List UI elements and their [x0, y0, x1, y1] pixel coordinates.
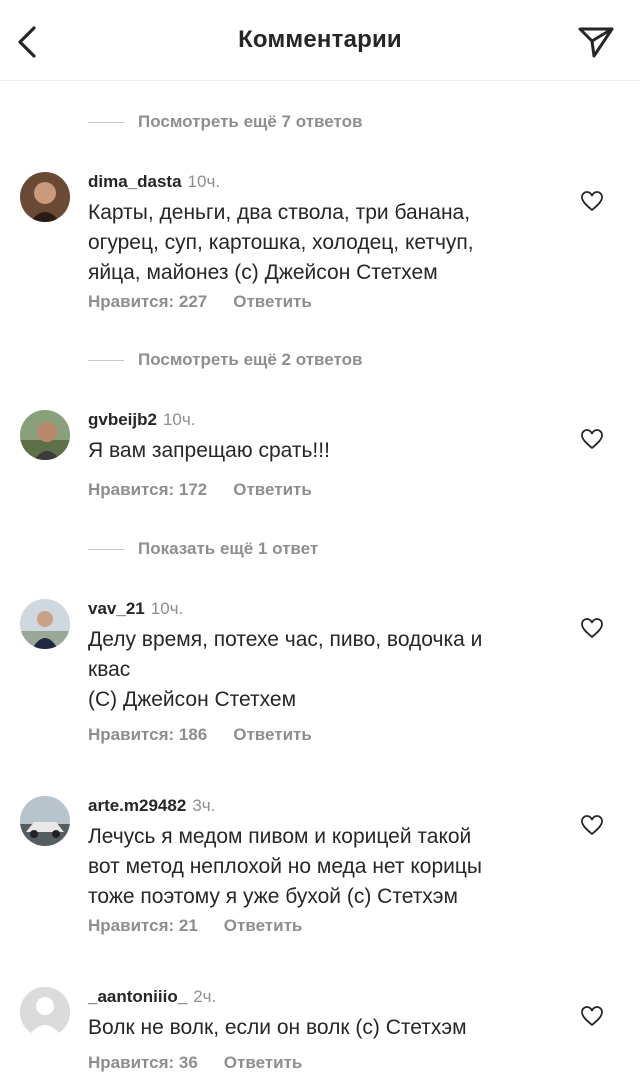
username-link[interactable]: gvbeijb2 [88, 410, 157, 429]
like-button[interactable] [580, 190, 604, 212]
timestamp: 10ч. [162, 410, 196, 429]
reply-button[interactable]: Ответить [233, 292, 312, 311]
user-photo-icon [20, 599, 70, 649]
avatar[interactable] [20, 796, 70, 846]
comment-meta: Нравится: 36 Ответить [88, 1053, 302, 1073]
like-button[interactable] [580, 814, 604, 836]
user-photo-icon [20, 796, 70, 846]
view-more-replies-label: Показать ещё 1 ответ [138, 539, 319, 558]
paper-plane-icon [578, 27, 614, 58]
username-link[interactable]: _aantoniiio_ [88, 987, 187, 1006]
like-button[interactable] [580, 1005, 604, 1027]
divider-line [88, 548, 124, 550]
comment-header: vav_21 10ч. [88, 599, 183, 619]
user-photo-icon [20, 410, 70, 460]
view-more-replies-label: Посмотреть ещё 7 ответов [138, 112, 363, 131]
share-button[interactable] [574, 22, 618, 62]
heart-icon [581, 429, 603, 449]
divider-line [88, 359, 124, 361]
view-more-replies-button[interactable]: Посмотреть ещё 7 ответов [88, 110, 362, 134]
comment-text: Лечусь я медом пивом и корицей такой вот… [88, 825, 482, 908]
user-photo-icon [20, 172, 70, 222]
divider-line [88, 121, 124, 123]
comment-header: _aantoniiio_ 2ч. [88, 987, 216, 1007]
view-more-replies-button[interactable]: Посмотреть ещё 2 ответов [88, 348, 362, 372]
comment-header: arte.m29482 3ч. [88, 796, 215, 816]
page-title: Комментарии [238, 26, 402, 53]
default-avatar-icon [20, 987, 70, 1037]
likes-count: Нравится: 21 [88, 916, 198, 935]
comment-meta: Нравится: 172 Ответить [88, 480, 312, 500]
comment-text: Волк не волк, если он волк (с) Стетхэм [88, 1016, 467, 1039]
avatar[interactable] [20, 172, 70, 222]
comment-text: Карты, деньги, два ствола, три банана, о… [88, 201, 474, 284]
username-link[interactable]: dima_dasta [88, 172, 182, 191]
username-link[interactable]: arte.m29482 [88, 796, 186, 815]
heart-icon [581, 815, 603, 835]
heart-icon [581, 191, 603, 211]
comment-meta: Нравится: 21 Ответить [88, 916, 302, 936]
comment-text: Делу время, потехе час, пиво, водочка и … [88, 628, 483, 711]
avatar[interactable] [20, 987, 70, 1037]
timestamp: 10ч. [150, 599, 184, 618]
comment-meta: Нравится: 186 Ответить [88, 725, 312, 745]
comment-header: dima_dasta 10ч. [88, 172, 220, 192]
comment-meta: Нравится: 227 Ответить [88, 292, 312, 312]
likes-count: Нравится: 186 [88, 725, 208, 744]
timestamp: 3ч. [192, 796, 216, 815]
reply-button[interactable]: Ответить [233, 480, 312, 499]
avatar[interactable] [20, 410, 70, 460]
avatar[interactable] [20, 599, 70, 649]
view-more-replies-button[interactable]: Показать ещё 1 ответ [88, 537, 318, 561]
likes-count: Нравится: 227 [88, 292, 208, 311]
heart-icon [581, 1006, 603, 1026]
reply-button[interactable]: Ответить [233, 725, 312, 744]
timestamp: 10ч. [187, 172, 221, 191]
view-more-replies-label: Посмотреть ещё 2 ответов [138, 350, 363, 369]
comment-text: Я вам запрещаю срать!!! [88, 439, 330, 462]
timestamp: 2ч. [193, 987, 217, 1006]
heart-icon [581, 618, 603, 638]
likes-count: Нравится: 36 [88, 1053, 198, 1072]
reply-button[interactable]: Ответить [224, 916, 303, 935]
reply-button[interactable]: Ответить [224, 1053, 303, 1072]
like-button[interactable] [580, 428, 604, 450]
header-bar: Комментарии [0, 0, 640, 81]
username-link[interactable]: vav_21 [88, 599, 145, 618]
likes-count: Нравится: 172 [88, 480, 208, 499]
comment-header: gvbeijb2 10ч. [88, 410, 195, 430]
like-button[interactable] [580, 617, 604, 639]
